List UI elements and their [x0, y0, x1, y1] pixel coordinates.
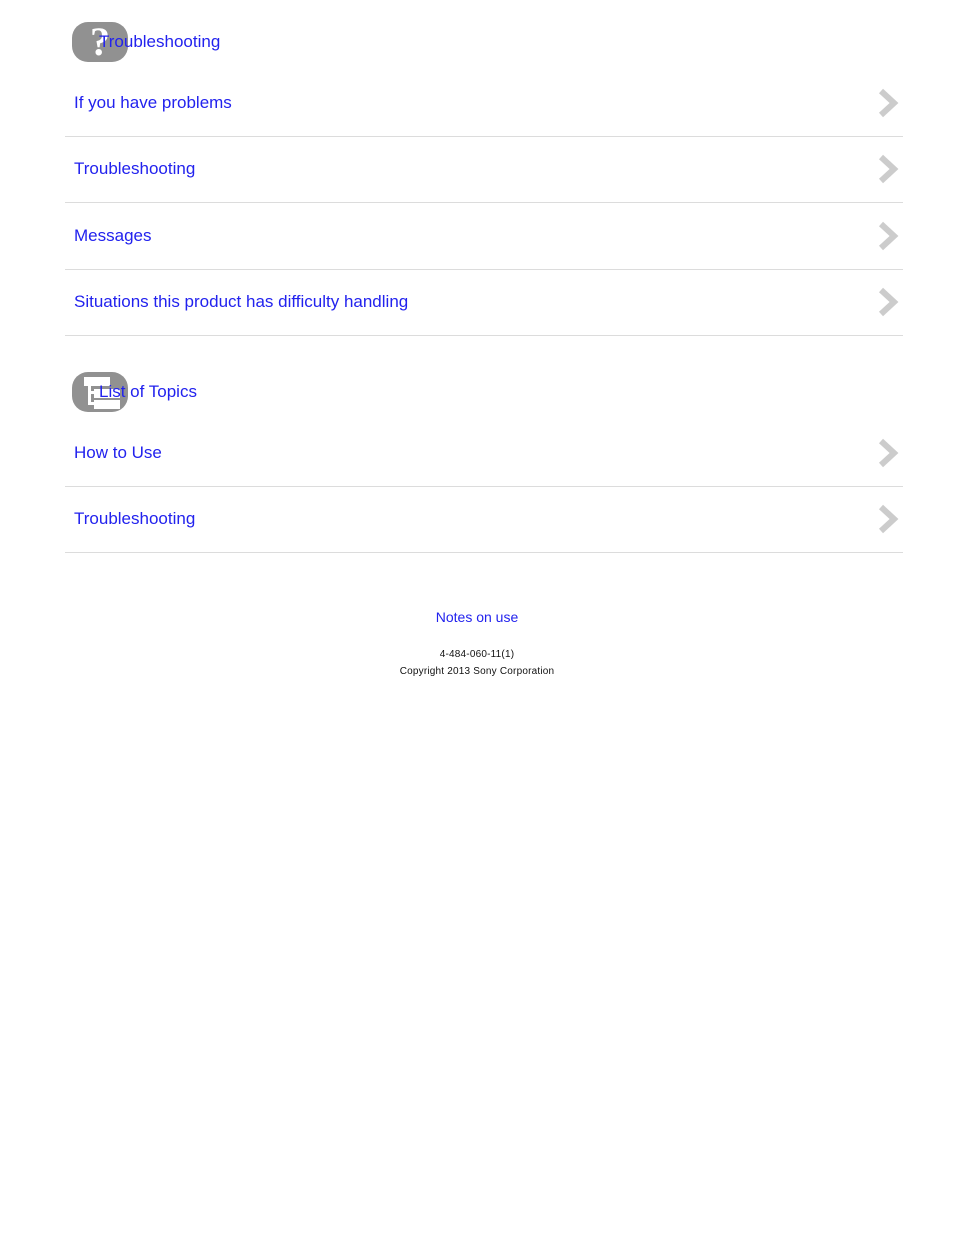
link-how-to-use[interactable]: How to Use [74, 443, 162, 463]
list-item[interactable]: How to Use [65, 420, 903, 487]
section-header-troubleshooting: ? Troubleshooting [0, 22, 954, 70]
chevron-right-icon [873, 219, 903, 253]
copyright-notice: Copyright 2013 Sony Corporation [399, 666, 555, 677]
link-list-troubleshooting: If you have problems Troubleshooting Mes… [0, 70, 954, 336]
section-header-list-of-topics: List of Topics [0, 372, 954, 420]
list-item[interactable]: If you have problems [65, 70, 903, 137]
link-list-topics: How to Use Troubleshooting [0, 420, 954, 553]
section-title: List of Topics [99, 382, 197, 401]
chevron-right-icon [873, 502, 903, 536]
list-item[interactable]: Situations this product has difficulty h… [65, 270, 903, 336]
link-notes-on-use[interactable]: Notes on use [436, 609, 519, 625]
link-messages[interactable]: Messages [74, 226, 151, 246]
page-footer: Notes on use 4-484-060-11(1) Copyright 2… [0, 609, 954, 677]
section-title: Troubleshooting [99, 32, 221, 51]
list-item[interactable]: Messages [65, 203, 903, 270]
list-item[interactable]: Troubleshooting [65, 137, 903, 203]
chevron-right-icon [873, 86, 903, 120]
link-if-you-have-problems[interactable]: If you have problems [74, 93, 232, 113]
model-number: 4-484-060-11(1) [439, 649, 515, 660]
link-troubleshooting-topics[interactable]: Troubleshooting [74, 509, 195, 529]
chevron-right-icon [873, 436, 903, 470]
page-root: ? Troubleshooting If you have problems T… [0, 22, 954, 677]
link-situations-difficulty-handling[interactable]: Situations this product has difficulty h… [74, 292, 408, 312]
chevron-right-icon [873, 152, 903, 186]
link-troubleshooting[interactable]: Troubleshooting [74, 159, 195, 179]
chevron-right-icon [873, 285, 903, 319]
list-item[interactable]: Troubleshooting [65, 487, 903, 553]
